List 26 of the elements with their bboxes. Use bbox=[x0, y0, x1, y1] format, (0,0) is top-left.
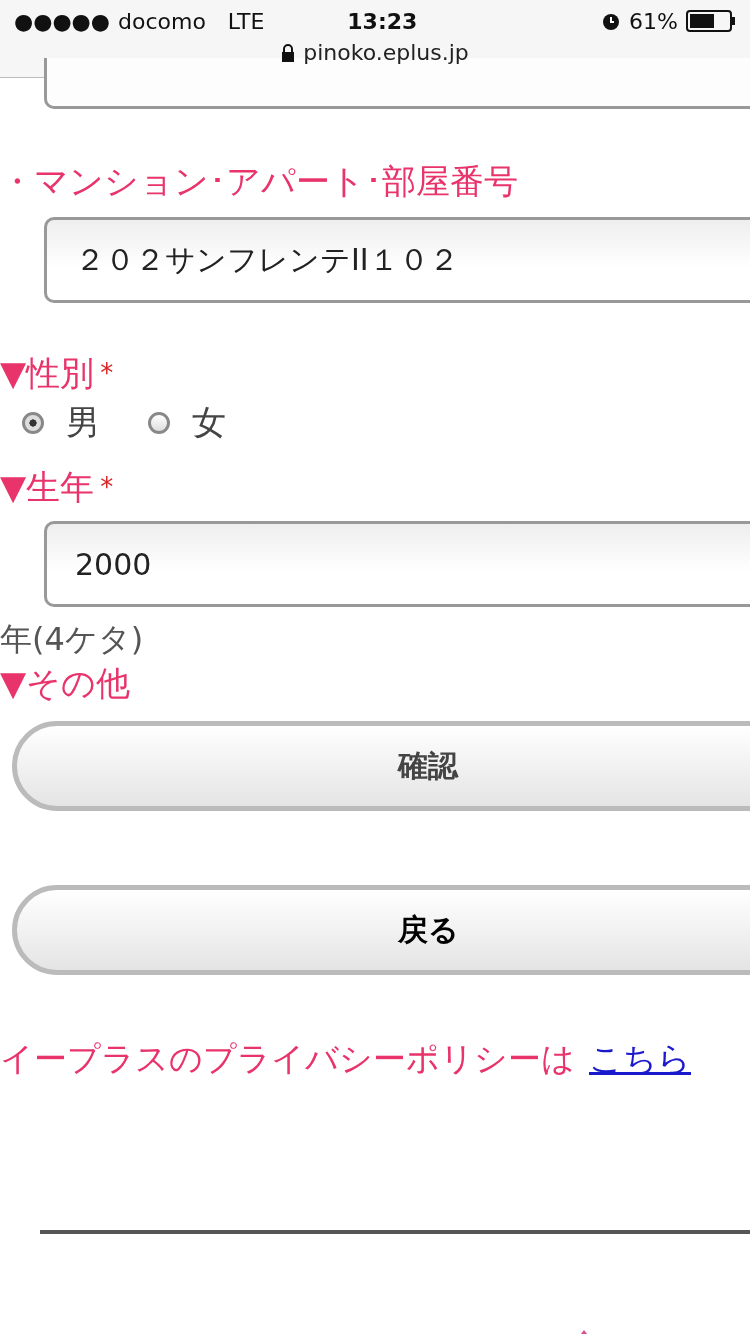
battery-percentage: 61% bbox=[629, 8, 678, 34]
lock-icon bbox=[281, 43, 296, 62]
required-mark: * bbox=[100, 357, 114, 390]
back-button[interactable]: 戻る bbox=[12, 885, 750, 975]
radio-button[interactable] bbox=[148, 412, 170, 434]
confirm-button[interactable]: 確認 bbox=[12, 721, 750, 811]
section-label: ▼生年 bbox=[0, 466, 95, 509]
battery-icon bbox=[686, 10, 736, 32]
carrier-name: docomo bbox=[118, 8, 206, 34]
alarm-icon bbox=[601, 11, 622, 31]
input-field[interactable]: 2000 bbox=[44, 521, 750, 607]
signal-strength: ●●●●● bbox=[14, 8, 110, 34]
radio-button[interactable] bbox=[22, 412, 44, 434]
privacy-text: イープラスのプライバシーポリシーは bbox=[0, 1039, 575, 1078]
required-mark: * bbox=[100, 471, 114, 504]
input-field[interactable]: ２０２サンフレンテII１０２ bbox=[44, 217, 750, 303]
clock: 13:23 bbox=[346, 8, 419, 34]
field-hint: 年(4ケタ) bbox=[0, 619, 145, 660]
url-text[interactable]: pinoko.eplus.jp bbox=[303, 40, 469, 65]
radio-label: 男 bbox=[66, 401, 100, 444]
network-type: LTE bbox=[227, 8, 265, 34]
privacy-link[interactable]: こちら bbox=[589, 1039, 691, 1078]
radio-label: 女 bbox=[192, 401, 226, 444]
section-label: ▼その他 bbox=[0, 662, 131, 705]
field-label: ・マンション･アパート･部屋番号 bbox=[0, 160, 518, 203]
section-label: ▼性別 bbox=[0, 352, 95, 395]
